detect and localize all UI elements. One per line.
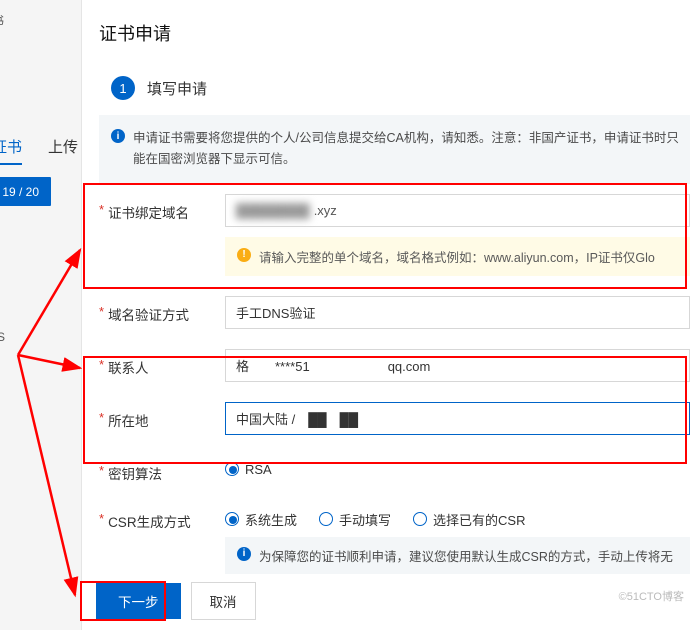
info-banner: i 申请证书需要将您提供的个人/公司信息提交给CA机构，请知悉。注意：非国产证书… bbox=[99, 115, 690, 184]
row-csr: *CSR生成方式 系统生成 手动填写 选择已有的CSR i 为保障您的证书顺利申… bbox=[99, 493, 690, 584]
csr-radio-system[interactable]: 系统生成 bbox=[225, 510, 297, 529]
domain-input[interactable]: ████████ .xyz bbox=[225, 194, 690, 227]
tab-upload[interactable]: 上传 bbox=[48, 136, 78, 157]
verify-input[interactable] bbox=[225, 296, 690, 329]
csr-radio-manual[interactable]: 手动填写 bbox=[319, 510, 391, 529]
step-label: 填写申请 bbox=[147, 78, 207, 99]
domain-warning-text: 请输入完整的单个域名，域名格式例如：www.aliyun.com，IP证书仅Gl… bbox=[259, 251, 655, 265]
contact-input[interactable] bbox=[225, 349, 690, 382]
verify-label: 域名验证方式 bbox=[108, 304, 189, 324]
radio-dot-icon bbox=[225, 462, 239, 476]
step-indicator: 1 填写申请 bbox=[97, 76, 690, 100]
row-verify: *域名验证方式 bbox=[99, 286, 690, 339]
csr-hint: i 为保障您的证书顺利申请，建议您使用默认生成CSR的方式，手动上传将无 bbox=[225, 537, 690, 574]
main-panel: 证书申请 1 填写申请 i 申请证书需要将您提供的个人/公司信息提交给CA机构，… bbox=[82, 0, 690, 630]
row-algo: *密钥算法 RSA bbox=[99, 445, 690, 493]
location-label: 所在地 bbox=[108, 410, 149, 430]
row-domain: *证书绑定域名 ████████ .xyz ! 请输入完整的单个域名，域名格式例… bbox=[99, 184, 690, 286]
info-icon: i bbox=[111, 129, 125, 143]
csr-hint-text: 为保障您的证书顺利申请，建议您使用默认生成CSR的方式，手动上传将无 bbox=[259, 550, 673, 564]
left-cert-label: 证书 bbox=[0, 12, 4, 29]
step-number: 1 bbox=[111, 76, 135, 100]
radio-dot-icon bbox=[225, 512, 239, 526]
cert-form: *证书绑定域名 ████████ .xyz ! 请输入完整的单个域名，域名格式例… bbox=[99, 184, 690, 584]
page-title: 证书申请 bbox=[99, 20, 690, 46]
footer-buttons: 下一步 取消 bbox=[96, 582, 256, 620]
next-button[interactable]: 下一步 bbox=[96, 583, 181, 619]
tab-cert[interactable]: 证书 bbox=[0, 130, 22, 165]
domain-warning: ! 请输入完整的单个域名，域名格式例如：www.aliyun.com，IP证书仅… bbox=[225, 237, 690, 276]
algo-label: 密钥算法 bbox=[108, 463, 162, 483]
watermark: ©51CTO博客 bbox=[619, 588, 684, 604]
domain-label: 证书绑定域名 bbox=[108, 202, 189, 222]
location-input[interactable] bbox=[225, 402, 690, 435]
info-banner-text: 申请证书需要将您提供的个人/公司信息提交给CA机构，请知悉。注意：非国产证书，申… bbox=[133, 131, 679, 166]
csr-radio-existing[interactable]: 选择已有的CSR bbox=[413, 510, 525, 529]
cert-count-badge: 书 19 / 20 bbox=[0, 177, 51, 206]
csr-label: CSR生成方式 bbox=[108, 511, 191, 531]
cancel-button[interactable]: 取消 bbox=[191, 582, 256, 620]
info-icon: i bbox=[237, 547, 251, 561]
contact-label: 联系人 bbox=[108, 357, 149, 377]
row-contact: *联系人 bbox=[99, 339, 690, 392]
radio-dot-icon bbox=[413, 512, 427, 526]
row-location: *所在地 bbox=[99, 392, 690, 445]
warning-icon: ! bbox=[237, 248, 251, 262]
radio-dot-icon bbox=[319, 512, 333, 526]
left-sidebar: 证书 证书 上传 书 19 / 20 S bbox=[0, 0, 82, 630]
algo-radio-rsa[interactable]: RSA bbox=[225, 462, 272, 477]
left-s: S bbox=[0, 330, 5, 344]
